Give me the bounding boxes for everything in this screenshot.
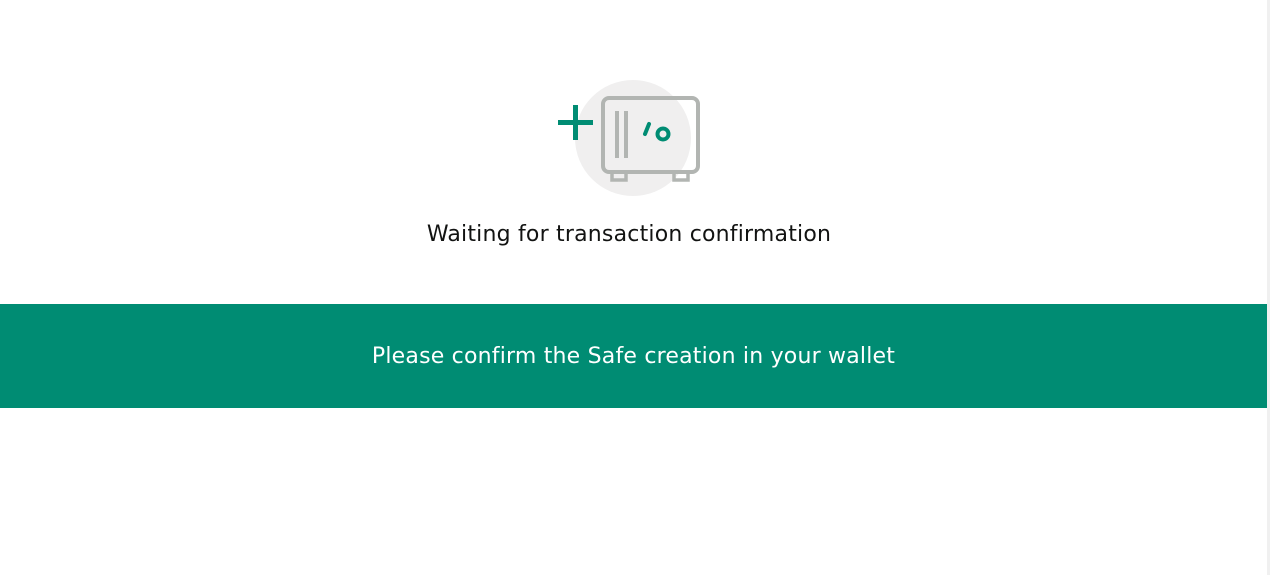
- safe-creation-screen: Waiting for transaction confirmation Ple…: [0, 0, 1270, 575]
- safe-creation-icon: [555, 78, 705, 200]
- confirm-wallet-message: Please confirm the Safe creation in your…: [371, 343, 896, 369]
- waiting-status-text: Waiting for transaction confirmation: [426, 222, 832, 247]
- confirm-wallet-banner: Please confirm the Safe creation in your…: [0, 304, 1267, 408]
